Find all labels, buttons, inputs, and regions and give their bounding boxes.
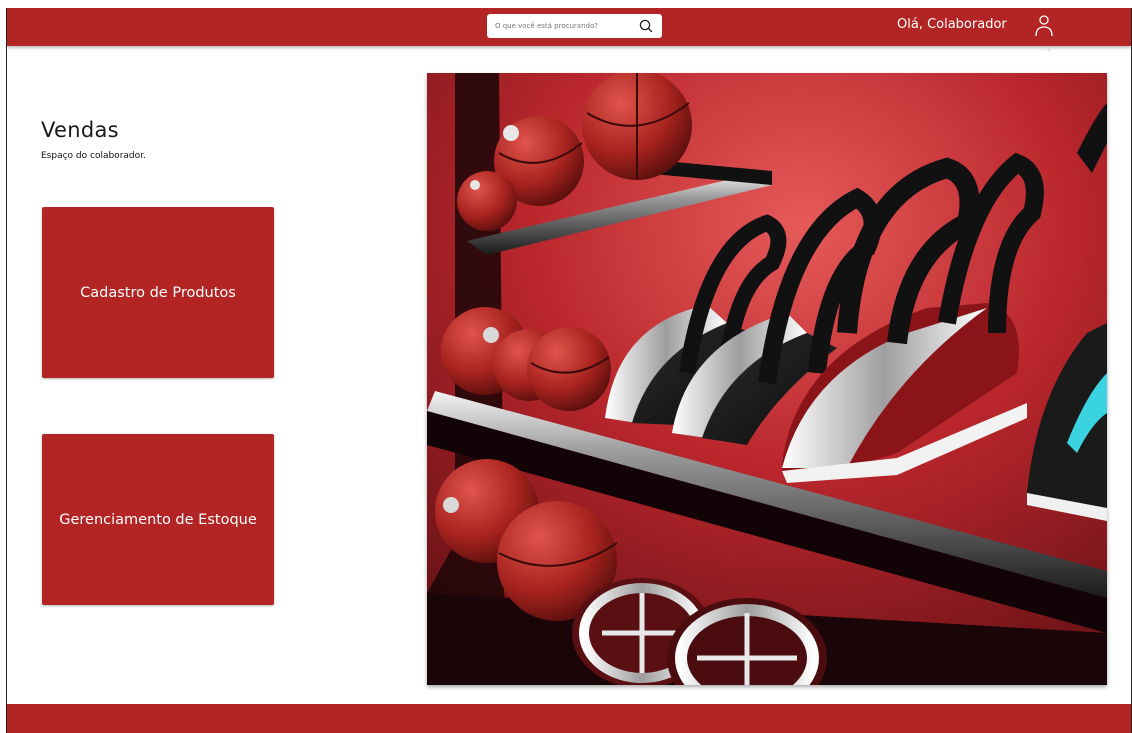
product-registration-button[interactable]: Cadastro de Produtos (42, 207, 274, 378)
search-input[interactable] (495, 22, 630, 30)
footer-bar (7, 704, 1131, 733)
search-box[interactable] (487, 14, 662, 38)
user-greeting: Olá, Colaborador (897, 17, 1007, 32)
app-frame: Olá, Colaborador Vendas Espaço do colabo… (6, 8, 1132, 733)
search-icon[interactable] (638, 18, 654, 34)
stock-management-button[interactable]: Gerenciamento de Estoque (42, 434, 274, 605)
dropdown-caret-icon (1046, 48, 1052, 52)
page-title: Vendas (41, 118, 119, 142)
hero-image (427, 73, 1107, 685)
user-icon[interactable] (1033, 13, 1055, 39)
page-subtitle: Espaço do colaborador. (41, 151, 146, 161)
top-bar: Olá, Colaborador (7, 8, 1131, 46)
sports-shelf-illustration (427, 73, 1107, 685)
